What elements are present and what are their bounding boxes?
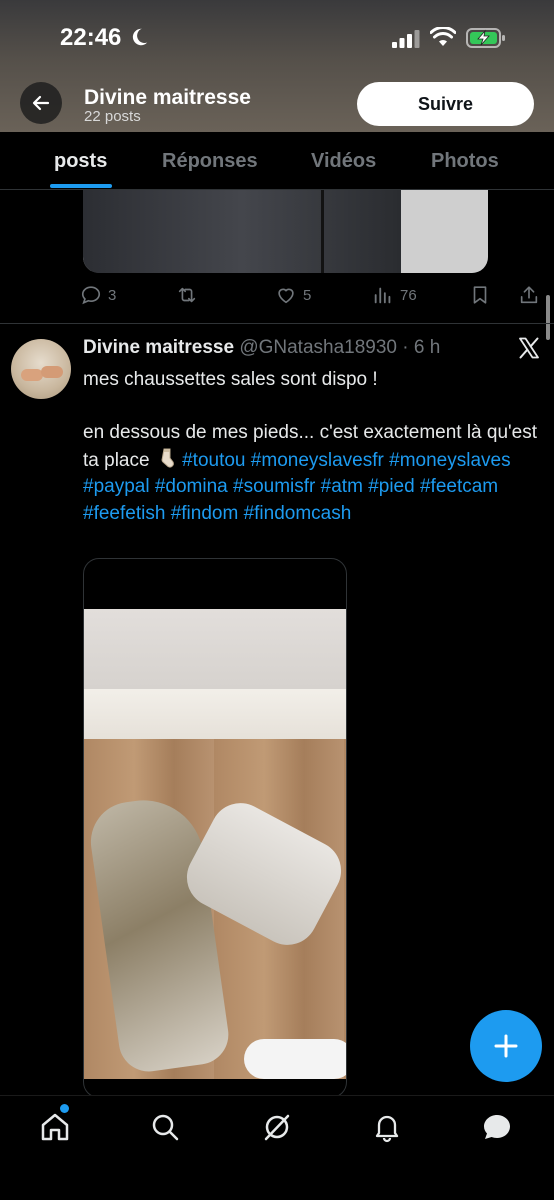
- reply-icon: [81, 286, 101, 305]
- bookmark-icon: [473, 286, 487, 304]
- status-time: 22:46: [60, 24, 122, 51]
- bottom-navigation: [0, 1095, 554, 1200]
- tab-photos[interactable]: Photos: [431, 150, 499, 173]
- tab-videos[interactable]: Vidéos: [311, 150, 376, 173]
- signal-icon: [392, 30, 420, 48]
- scrollbar[interactable]: [546, 295, 550, 340]
- hashtag[interactable]: #pied: [368, 476, 415, 497]
- heart-icon: [278, 288, 294, 304]
- like-button[interactable]: 5: [275, 284, 311, 306]
- hashtag[interactable]: #toutou: [182, 450, 245, 471]
- post-line-1: mes chaussettes sales sont dispo !: [83, 369, 378, 390]
- post-text: mes chaussettes sales sont dispo ! en de…: [83, 367, 545, 527]
- post-header: Divine maitresse @GNatasha18930 · 6 h: [83, 337, 440, 359]
- bookmark-button[interactable]: [469, 284, 491, 306]
- back-arrow-icon: [32, 95, 50, 111]
- home-notification-dot: [60, 1104, 69, 1113]
- hashtag[interactable]: #feefetish: [83, 503, 165, 524]
- views-button[interactable]: 76: [372, 284, 417, 306]
- post-count: 22 posts: [84, 108, 141, 125]
- previous-post-actions: 3 5 76: [80, 284, 550, 308]
- search-icon[interactable]: [148, 1110, 182, 1144]
- repost-button[interactable]: [176, 284, 198, 306]
- like-count: 5: [303, 286, 312, 304]
- hashtag[interactable]: #findomcash: [244, 503, 352, 524]
- profile-tabs: posts Réponses Vidéos Photos: [0, 132, 554, 190]
- post-body: en dessous de mes pieds... c'est exactem…: [83, 420, 545, 527]
- post-handle[interactable]: @GNatasha18930: [239, 337, 397, 358]
- avatar[interactable]: [11, 339, 71, 399]
- repost-icon: [178, 287, 196, 303]
- hashtag[interactable]: #moneyslavesfr: [251, 450, 384, 471]
- hashtag[interactable]: #soumisfr: [233, 476, 315, 497]
- compose-button[interactable]: [470, 1010, 542, 1082]
- status-bar: 22:46: [0, 22, 554, 56]
- share-button[interactable]: [518, 284, 540, 306]
- hashtag[interactable]: #feetcam: [420, 476, 498, 497]
- post-divider: [0, 323, 554, 324]
- post-time: · 6 h: [396, 337, 441, 358]
- tab-replies[interactable]: Réponses: [162, 150, 258, 173]
- profile-name: Divine maitresse: [84, 86, 251, 109]
- hashtag[interactable]: #atm: [321, 476, 363, 497]
- hashtag[interactable]: #paypal: [83, 476, 150, 497]
- grok-icon[interactable]: [260, 1110, 294, 1144]
- post-author[interactable]: Divine maitresse: [83, 337, 234, 358]
- reply-button[interactable]: 3: [80, 284, 116, 306]
- tab-posts[interactable]: posts: [54, 150, 107, 173]
- active-tab-indicator: [50, 184, 112, 188]
- plus-icon: [494, 1034, 518, 1058]
- sock-emoji-icon: [161, 448, 174, 467]
- share-icon: [520, 286, 538, 304]
- chat-icon[interactable]: [480, 1110, 514, 1144]
- profile-header: 22:46 Divine maitresse 22 posts Suivre: [0, 0, 554, 132]
- reply-count: 3: [108, 286, 117, 304]
- hashtag[interactable]: #moneyslaves: [389, 450, 510, 471]
- views-icon: [374, 287, 391, 304]
- hashtag[interactable]: #findom: [171, 503, 239, 524]
- previous-post-media[interactable]: [83, 190, 488, 273]
- wifi-icon: [430, 27, 456, 46]
- x-logo-icon[interactable]: [517, 336, 541, 360]
- back-button[interactable]: [20, 82, 62, 124]
- view-count: 76: [400, 286, 417, 304]
- home-icon[interactable]: [38, 1110, 72, 1144]
- hashtag[interactable]: #domina: [155, 476, 228, 497]
- follow-button[interactable]: Suivre: [357, 82, 534, 126]
- bell-icon[interactable]: [370, 1110, 404, 1144]
- post-media-image[interactable]: [83, 558, 347, 1098]
- moon-icon: [132, 28, 148, 46]
- battery-charging-icon: [466, 28, 505, 48]
